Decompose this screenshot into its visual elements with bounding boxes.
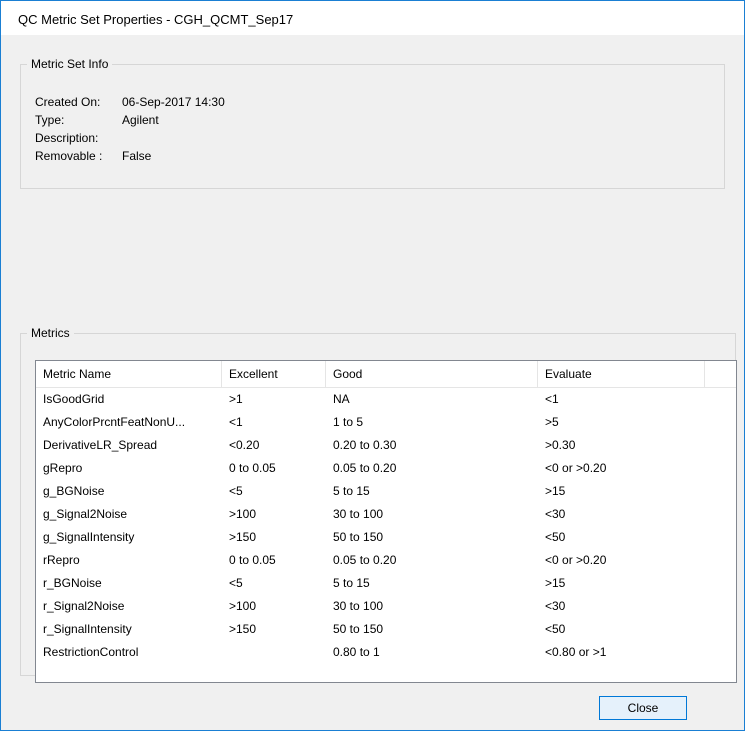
table-row[interactable]: r_Signal2Noise >100 30 to 100 <30 <box>36 595 726 618</box>
evaluate-cell: >5 <box>545 415 559 429</box>
type-label: Type: <box>35 113 65 127</box>
excellent-cell: <1 <box>229 415 243 429</box>
metric-name-cell: DerivativeLR_Spread <box>43 438 158 452</box>
excellent-cell: 0 to 0.05 <box>229 553 276 567</box>
metric-set-info-legend: Metric Set Info <box>31 57 109 71</box>
metrics-group: Metrics Metric Name Excellent Good Evalu… <box>20 326 737 683</box>
metric-name-cell: gRepro <box>43 461 83 475</box>
table-row[interactable]: g_SignalIntensity >150 50 to 150 <50 <box>36 526 726 549</box>
metric-name-cell: g_Signal2Noise <box>43 507 128 521</box>
good-cell: 5 to 15 <box>333 484 370 498</box>
type-value: Agilent <box>122 113 159 127</box>
metric-name-cell: r_SignalIntensity <box>43 622 132 636</box>
good-cell: 1 to 5 <box>333 415 364 429</box>
good-cell: NA <box>333 392 350 406</box>
good-cell: 5 to 15 <box>333 576 370 590</box>
metric-name-cell: r_Signal2Noise <box>43 599 125 613</box>
title-bar[interactable]: QC Metric Set Properties - CGH_QCMT_Sep1… <box>1 1 744 35</box>
metric-name-cell: r_BGNoise <box>43 576 102 590</box>
removable-label: Removable : <box>35 149 103 163</box>
table-row[interactable]: g_Signal2Noise >100 30 to 100 <30 <box>36 503 726 526</box>
excellent-cell: >1 <box>229 392 243 406</box>
evaluate-cell: <0.80 or >1 <box>545 645 607 659</box>
good-cell: 0.80 to 1 <box>333 645 380 659</box>
column-header-metric-name[interactable]: Metric Name <box>36 361 222 387</box>
created-on-value: 06-Sep-2017 14:30 <box>122 95 225 109</box>
metric-name-cell: IsGoodGrid <box>43 392 105 406</box>
good-cell: 30 to 100 <box>333 507 384 521</box>
evaluate-cell: <30 <box>545 599 566 613</box>
excellent-cell: >150 <box>229 622 257 636</box>
table-row[interactable]: AnyColorPrcntFeatNonU... <1 1 to 5 >5 <box>36 411 726 434</box>
evaluate-cell: >0.30 <box>545 438 576 452</box>
window-title: QC Metric Set Properties - CGH_QCMT_Sep1… <box>18 12 294 27</box>
column-header-good[interactable]: Good <box>326 361 538 387</box>
table-row[interactable]: r_BGNoise <5 5 to 15 >15 <box>36 572 726 595</box>
table-row[interactable]: gRepro 0 to 0.05 0.05 to 0.20 <0 or >0.20 <box>36 457 726 480</box>
metric-name-cell: rRepro <box>43 553 80 567</box>
metrics-list-header: Metric Name Excellent Good Evaluate <box>36 361 736 388</box>
evaluate-cell: <1 <box>545 392 559 406</box>
evaluate-cell: >15 <box>545 484 566 498</box>
evaluate-cell: >15 <box>545 576 566 590</box>
metric-name-cell: AnyColorPrcntFeatNonU... <box>43 415 186 429</box>
metric-name-cell: RestrictionControl <box>43 645 139 659</box>
excellent-cell: >100 <box>229 507 257 521</box>
excellent-cell: >100 <box>229 599 257 613</box>
good-cell: 30 to 100 <box>333 599 384 613</box>
metrics-list[interactable]: Metric Name Excellent Good Evaluate IsGo… <box>35 360 737 683</box>
table-row[interactable]: r_SignalIntensity >150 50 to 150 <50 <box>36 618 726 641</box>
description-label: Description: <box>35 131 99 145</box>
column-header-evaluate[interactable]: Evaluate <box>538 361 705 387</box>
metric-set-info-group: Metric Set Info Created On: 06-Sep-2017 … <box>20 57 725 189</box>
created-on-label: Created On: <box>35 95 101 109</box>
evaluate-cell: <50 <box>545 530 566 544</box>
good-cell: 0.05 to 0.20 <box>333 461 397 475</box>
excellent-cell <box>222 641 326 664</box>
excellent-cell: <5 <box>229 576 243 590</box>
removable-value: False <box>122 149 152 163</box>
table-row[interactable]: g_BGNoise <5 5 to 15 >15 <box>36 480 726 503</box>
table-row[interactable]: rRepro 0 to 0.05 0.05 to 0.20 <0 or >0.20 <box>36 549 726 572</box>
table-row[interactable]: RestrictionControl 0.80 to 1 <0.80 or >1 <box>36 641 726 664</box>
evaluate-cell: <50 <box>545 622 566 636</box>
good-cell: 0.05 to 0.20 <box>333 553 397 567</box>
good-cell: 0.20 to 0.30 <box>333 438 397 452</box>
excellent-cell: >150 <box>229 530 257 544</box>
evaluate-cell: <0 or >0.20 <box>545 461 607 475</box>
dialog-window: QC Metric Set Properties - CGH_QCMT_Sep1… <box>0 0 745 731</box>
metric-name-cell: g_SignalIntensity <box>43 530 135 544</box>
metrics-legend: Metrics <box>31 326 70 340</box>
excellent-cell: <5 <box>229 484 243 498</box>
excellent-cell: 0 to 0.05 <box>229 461 276 475</box>
table-row[interactable]: IsGoodGrid >1 NA <1 <box>36 388 726 411</box>
close-button[interactable]: Close <box>599 696 687 720</box>
dialog-body: Metric Set Info Created On: 06-Sep-2017 … <box>1 35 744 730</box>
metric-name-cell: g_BGNoise <box>43 484 105 498</box>
excellent-cell: <0.20 <box>229 438 260 452</box>
good-cell: 50 to 150 <box>333 530 384 544</box>
table-row[interactable]: DerivativeLR_Spread <0.20 0.20 to 0.30 >0.3… <box>36 434 726 457</box>
evaluate-cell: <0 or >0.20 <box>545 553 607 567</box>
column-header-excellent[interactable]: Excellent <box>222 361 326 387</box>
good-cell: 50 to 150 <box>333 622 384 636</box>
evaluate-cell: <30 <box>545 507 566 521</box>
